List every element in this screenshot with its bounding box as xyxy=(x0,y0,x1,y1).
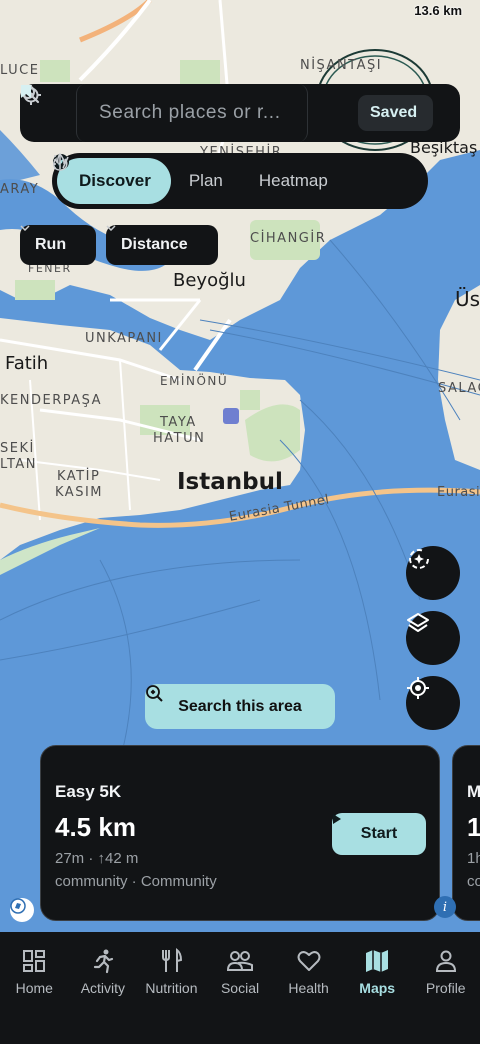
map-icon xyxy=(366,950,389,972)
route-card[interactable]: M 1 1h co xyxy=(452,745,480,921)
tab-heatmap-label: Heatmap xyxy=(258,171,328,190)
nav-home-label: Home xyxy=(15,980,53,996)
tab-heatmap[interactable]: Heatmap xyxy=(53,153,346,204)
map-label-beyoglu: Beyoğlu xyxy=(173,270,246,291)
map-label-katip: KATİP xyxy=(57,469,101,484)
nav-health[interactable]: Health xyxy=(274,932,343,1044)
home-grid-icon xyxy=(23,950,46,972)
nav-maps-label: Maps xyxy=(359,980,396,996)
map-label-eurasia: Eurasia xyxy=(437,485,480,500)
saved-label: Saved xyxy=(370,104,418,121)
nav-maps[interactable]: Maps xyxy=(343,932,412,1044)
map-search-icon xyxy=(146,685,163,702)
layers-icon xyxy=(407,613,429,632)
saved-button[interactable]: Saved xyxy=(21,85,434,131)
bookmark-icon xyxy=(21,85,31,98)
search-this-area-label: Search this area xyxy=(178,697,302,715)
map-label-hatun: HATUN xyxy=(153,431,206,446)
flame-icon xyxy=(53,153,68,171)
tab-plan-label: Plan xyxy=(188,171,223,190)
info-icon[interactable]: i xyxy=(434,896,456,918)
map-label-istanbul: Istanbul xyxy=(177,469,283,495)
nav-activity-label: Activity xyxy=(80,980,126,996)
layers-button[interactable] xyxy=(406,611,460,665)
map-label-us: Üs xyxy=(455,287,480,311)
start-button[interactable]: Start xyxy=(332,813,426,855)
filter-distance-label: Distance xyxy=(121,236,188,253)
route-source: community · Community xyxy=(55,873,217,890)
route-distance: 1 xyxy=(467,812,480,843)
nav-health-label: Health xyxy=(288,980,329,996)
map-label-kasim: KASIM xyxy=(55,485,103,500)
route-meta: 1h xyxy=(467,850,480,867)
map-label-unkapani: UNKAPANI xyxy=(85,331,163,346)
map-label-eminonu: EMİNÖNÜ xyxy=(160,374,229,388)
map-view[interactable]: 13.6 km LUCE NİŞANTAŞI Beşiktaş YENİŞEHİ… xyxy=(0,0,480,932)
route-title: Easy 5K xyxy=(55,782,122,801)
mode-switcher: Discover Plan Heatmap xyxy=(52,153,428,209)
map-label-salac: SALAC xyxy=(438,381,480,396)
nav-social[interactable]: Social xyxy=(206,932,275,1044)
chevron-down-icon xyxy=(106,225,116,231)
tab-discover-label: Discover xyxy=(79,171,151,190)
map-label-aray: ARAY xyxy=(0,182,40,197)
crosshair-icon[interactable] xyxy=(21,84,358,142)
nav-profile[interactable]: Profile xyxy=(411,932,480,1044)
route-source: co xyxy=(467,873,480,890)
nav-activity[interactable]: Activity xyxy=(69,932,138,1044)
route-meta: 27m · ↑42 m xyxy=(55,850,139,867)
nav-nutrition[interactable]: Nutrition xyxy=(137,932,206,1044)
route-card[interactable]: Easy 5K 4.5 km 27m · ↑42 m community · C… xyxy=(40,745,440,921)
map-label-luce: LUCE xyxy=(0,63,40,78)
map-label-nisantasi: NİŞANTAŞI xyxy=(300,58,383,73)
map-label-ltan: LTAN xyxy=(0,457,38,472)
tab-plan[interactable]: Plan xyxy=(54,155,241,204)
filter-run-label: Run xyxy=(35,236,67,253)
fork-knife-icon xyxy=(162,948,183,972)
nav-home[interactable]: Home xyxy=(0,932,69,1044)
mapbox-logo-icon xyxy=(10,898,26,914)
map-attribution-logo[interactable] xyxy=(10,898,34,922)
filter-run-dropdown[interactable]: Run xyxy=(20,225,96,265)
runner-icon xyxy=(93,949,113,974)
sparkle-rotate-icon xyxy=(409,549,429,569)
bottom-nav: Home Activity Nutrition Social Health Ma… xyxy=(0,932,480,1044)
map-label-taya: TAYA xyxy=(160,415,197,430)
crosshair-icon xyxy=(407,677,429,699)
explore-ai-button[interactable] xyxy=(406,546,460,600)
person-icon xyxy=(435,950,456,972)
search-bar: Saved xyxy=(20,84,460,142)
map-label-seki: SEKİ xyxy=(0,441,35,456)
route-title: M xyxy=(467,782,480,801)
map-label-kenderpasa: KENDERPAŞA xyxy=(0,393,103,408)
route-distance: 4.5 km xyxy=(55,812,136,842)
map-label-cihangir: CİHANGİR xyxy=(250,231,327,246)
nav-nutrition-label: Nutrition xyxy=(145,980,198,996)
start-label: Start xyxy=(360,825,398,842)
search-this-area-button[interactable]: Search this area xyxy=(145,684,335,729)
nav-profile-label: Profile xyxy=(425,980,466,996)
map-scale-label: 13.6 km xyxy=(414,3,462,18)
my-location-button[interactable] xyxy=(406,676,460,730)
search-input[interactable] xyxy=(76,84,308,142)
nav-social-label: Social xyxy=(220,980,260,996)
filter-distance-dropdown[interactable]: Distance xyxy=(106,225,218,265)
chevron-down-icon xyxy=(20,225,30,231)
tab-discover[interactable]: Discover xyxy=(53,154,171,204)
people-icon xyxy=(227,951,254,971)
heart-icon xyxy=(297,951,321,971)
map-label-fatih: Fatih xyxy=(5,353,49,374)
play-icon xyxy=(333,814,341,824)
